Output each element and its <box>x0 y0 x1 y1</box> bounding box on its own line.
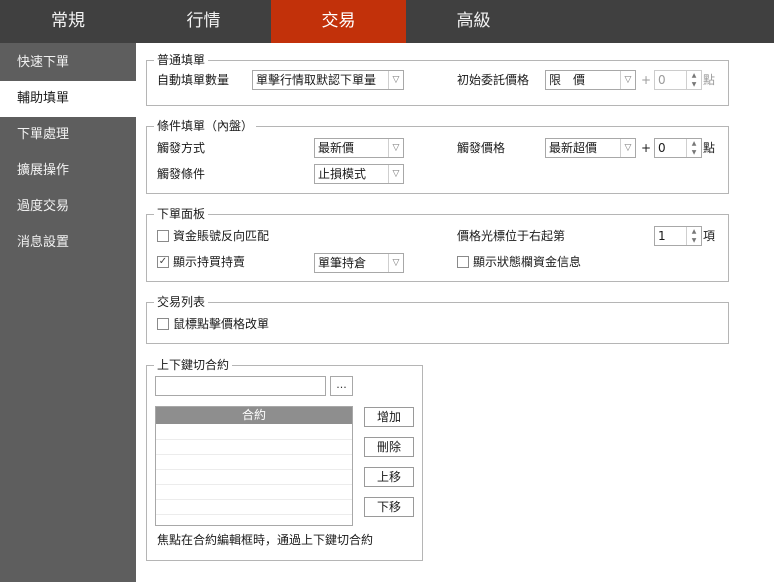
chevron-down-icon: ▽ <box>388 139 403 157</box>
cursor-position-value: 1 <box>658 229 666 243</box>
auto-qty-value: 單擊行情取默認下單量 <box>256 73 377 87</box>
list-item[interactable] <box>156 455 352 470</box>
list-item[interactable] <box>156 500 352 515</box>
sidebar-item-quick-order[interactable]: 快速下單 <box>0 45 136 81</box>
points-unit: 點 <box>703 141 716 155</box>
init-price-offset-value: 0 <box>658 73 666 87</box>
cursor-position-spinner[interactable]: 1 ▲ ▼ <box>654 226 702 246</box>
add-contract-button[interactable]: 增加 <box>364 407 414 427</box>
chevron-down-icon: ▽ <box>388 254 403 272</box>
cursor-position-unit: 項 <box>703 229 716 243</box>
top-tab-bar: 常規 行情 交易 高級 <box>0 0 774 43</box>
move-up-button[interactable]: 上移 <box>364 467 414 487</box>
mouse-modify-label: 鼠標點擊價格改單 <box>173 317 270 331</box>
reverse-match-checkbox[interactable] <box>157 230 169 242</box>
list-item[interactable] <box>156 470 352 485</box>
sidebar-item-assist-fill[interactable]: 輔助填單 <box>0 81 136 117</box>
list-item[interactable] <box>156 485 352 500</box>
auto-qty-select[interactable]: 單擊行情取默認下單量 ▽ <box>252 70 404 90</box>
chevron-down-icon: ▽ <box>388 165 403 183</box>
list-item[interactable] <box>156 440 352 455</box>
init-price-select[interactable]: 限 價 ▽ <box>545 70 636 90</box>
trigger-method-label: 觸發方式 <box>157 141 206 155</box>
show-position-label: 顯示持買持賣 <box>173 255 246 269</box>
contract-input[interactable] <box>155 376 326 396</box>
trigger-price-offset-value: 0 <box>658 141 666 155</box>
trigger-price-value: 最新超價 <box>549 141 598 155</box>
trigger-condition-select[interactable]: 止損模式 ▽ <box>314 164 404 184</box>
reverse-match-label: 資金賬號反向匹配 <box>173 229 270 243</box>
sidebar: 快速下單 輔助填單 下單處理 擴展操作 過度交易 消息設置 <box>0 43 136 582</box>
sidebar-item-message-settings[interactable]: 消息設置 <box>0 225 136 261</box>
chevron-down-icon: ▽ <box>620 139 635 157</box>
auto-qty-label: 自動填單數量 <box>157 73 230 87</box>
normal-fill-title: 普通填單 <box>154 52 209 68</box>
trigger-price-offset-spinner[interactable]: 0 ▲ ▼ <box>654 138 702 158</box>
points-unit: 點 <box>703 73 716 87</box>
delete-contract-button[interactable]: 刪除 <box>364 437 414 457</box>
show-status-label: 顯示狀態欄資金信息 <box>473 255 582 269</box>
position-mode-select[interactable]: 單筆持倉 ▽ <box>314 253 404 273</box>
chevron-down-icon: ▽ <box>388 71 403 89</box>
move-down-button[interactable]: 下移 <box>364 497 414 517</box>
trigger-price-select[interactable]: 最新超價 ▽ <box>545 138 636 158</box>
browse-button[interactable]: ... <box>330 376 353 396</box>
conditional-fill-group: 條件填單（內盤） <box>146 118 729 194</box>
trigger-condition-label: 觸發條件 <box>157 167 206 181</box>
trigger-method-select[interactable]: 最新價 ▽ <box>314 138 404 158</box>
contract-switch-note: 焦點在合約編輯框時，通過上下鍵切合約 <box>157 533 374 547</box>
order-panel-title: 下單面板 <box>154 206 209 222</box>
tab-general[interactable]: 常規 <box>0 0 136 43</box>
checkmark-icon: ✓ <box>158 256 168 267</box>
contract-list[interactable]: 合約 <box>155 406 353 526</box>
trigger-price-label: 觸發價格 <box>457 141 506 155</box>
plus-sign: + <box>641 141 652 155</box>
spinner-arrows-icon[interactable]: ▲ ▼ <box>686 227 701 245</box>
conditional-fill-title: 條件填單（內盤） <box>154 118 257 134</box>
trigger-condition-value: 止損模式 <box>318 167 367 181</box>
init-price-offset-spinner[interactable]: 0 ▲ ▼ <box>654 70 702 90</box>
cursor-position-label: 價格光標位于右起第 <box>457 229 566 243</box>
position-mode-value: 單筆持倉 <box>318 256 367 270</box>
chevron-down-icon: ▽ <box>620 71 635 89</box>
tab-trading[interactable]: 交易 <box>271 0 406 43</box>
sidebar-item-overtrading[interactable]: 過度交易 <box>0 189 136 225</box>
sidebar-item-order-processing[interactable]: 下單處理 <box>0 117 136 153</box>
plus-sign: + <box>641 73 652 87</box>
list-item[interactable] <box>156 425 352 440</box>
mouse-modify-checkbox[interactable] <box>157 318 169 330</box>
contract-switch-title: 上下鍵切合約 <box>154 357 233 373</box>
contract-column-header: 合約 <box>156 407 352 424</box>
init-price-value: 限 價 <box>549 73 586 87</box>
sidebar-item-extended-ops[interactable]: 擴展操作 <box>0 153 136 189</box>
trade-list-title: 交易列表 <box>154 294 209 310</box>
spinner-arrows-icon[interactable]: ▲ ▼ <box>686 71 701 89</box>
init-price-label: 初始委託價格 <box>457 73 530 87</box>
trigger-method-value: 最新價 <box>318 141 355 155</box>
spinner-arrows-icon[interactable]: ▲ ▼ <box>686 139 701 157</box>
tab-quotes[interactable]: 行情 <box>136 0 271 43</box>
tab-advanced[interactable]: 高級 <box>406 0 541 43</box>
show-position-checkbox[interactable]: ✓ <box>157 256 169 268</box>
show-status-checkbox[interactable] <box>457 256 469 268</box>
